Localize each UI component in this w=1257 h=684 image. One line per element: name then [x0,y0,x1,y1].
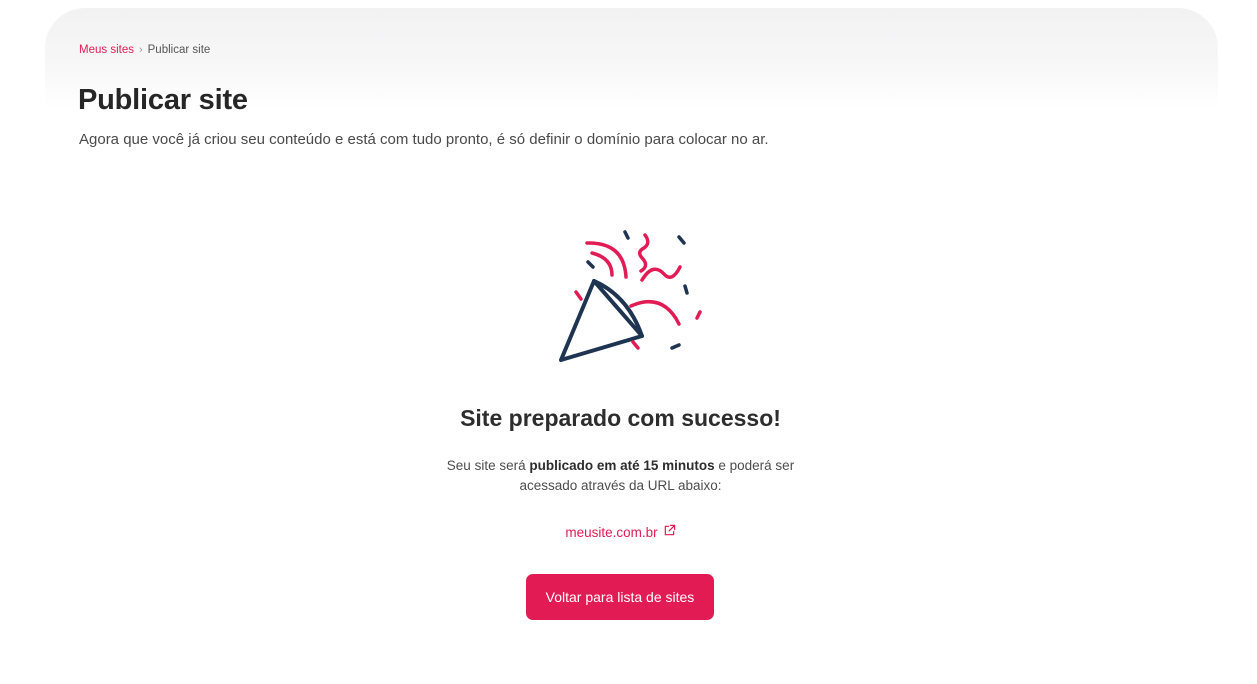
breadcrumb-current: Publicar site [147,44,211,56]
success-message: Seu site será publicado em até 15 minuto… [0,456,1241,496]
success-message-line2: acessado através da URL abaixo: [519,478,722,493]
success-message-bold: publicado em até 15 minutos [529,458,715,473]
success-message-part1: Seu site será [446,458,530,473]
breadcrumb-separator-icon: › [138,44,143,56]
party-popper-icon [548,222,708,372]
breadcrumb: Meus sites › Publicar site [79,44,210,56]
site-url-label: meusite.com.br [565,524,658,540]
page-title: Publicar site [78,84,248,116]
site-link-row: meusite.com.br [0,524,1241,540]
site-url-link[interactable]: meusite.com.br [565,524,675,540]
success-title: Site preparado com sucesso! [460,405,781,431]
success-message-part2: e poderá ser [714,458,795,473]
external-link-icon [663,524,676,540]
page-subtitle: Agora que você já criou seu conteúdo e e… [79,131,769,148]
back-to-sites-button[interactable]: Voltar para lista de sites [526,574,714,620]
breadcrumb-link-meus-sites[interactable]: Meus sites [79,44,134,56]
